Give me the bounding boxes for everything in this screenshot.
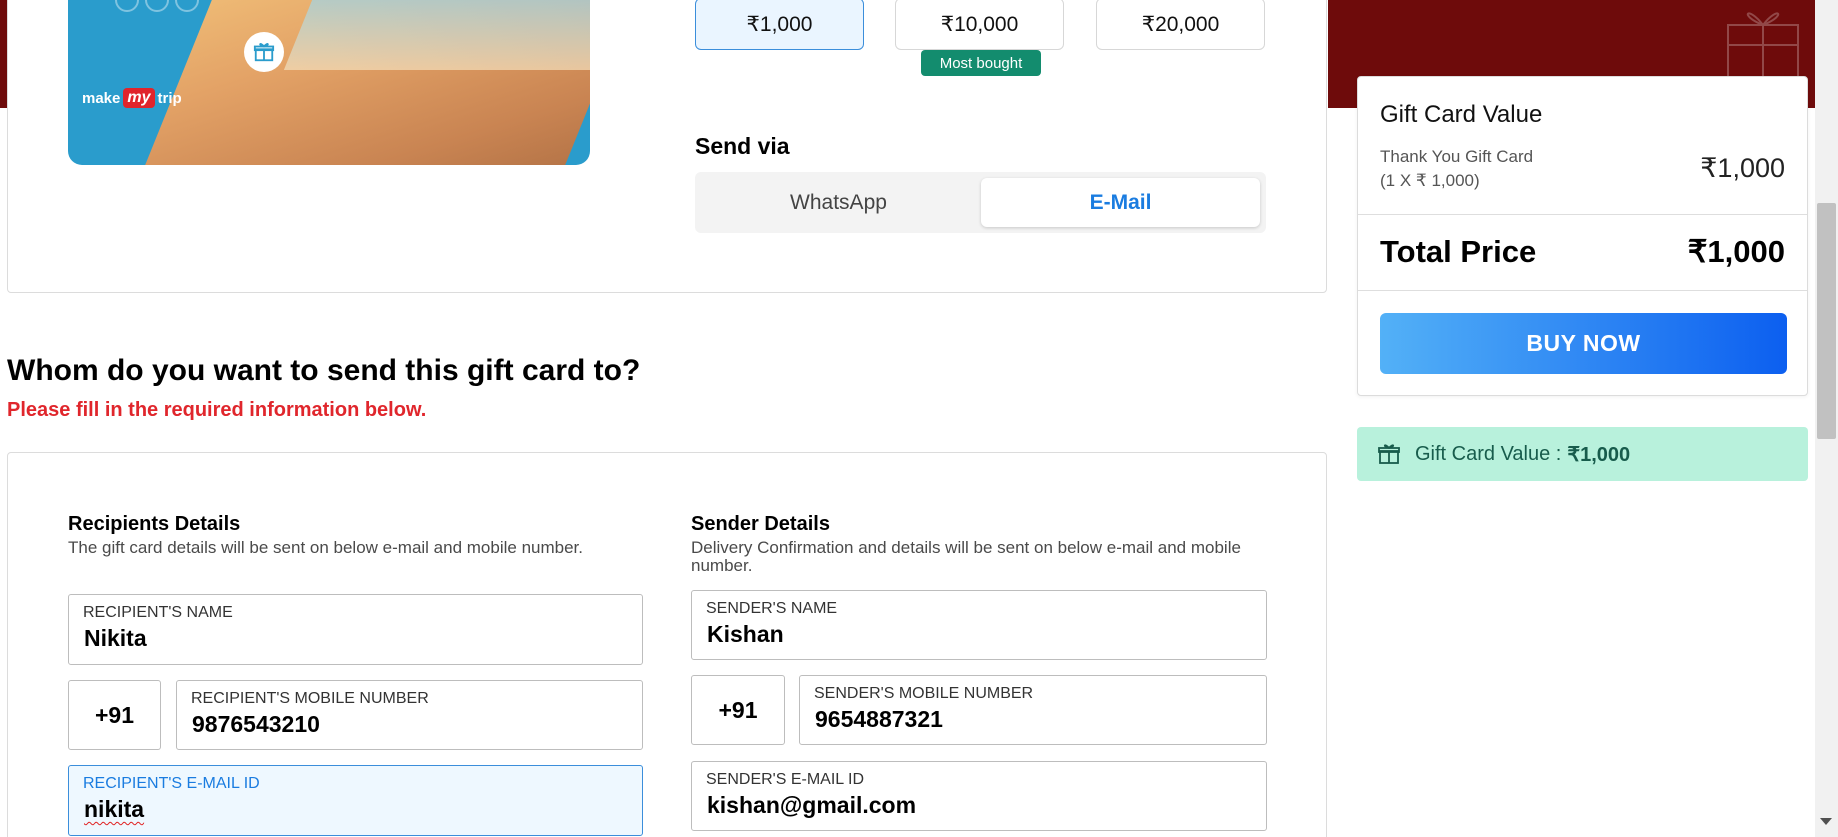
sender-name-value[interactable]: Kishan [707, 621, 784, 648]
most-bought-badge: Most bought [921, 50, 1041, 76]
sender-details-subtitle-1: Delivery Confirmation and details will b… [691, 538, 1241, 557]
recipient-email-value[interactable]: nikita [84, 796, 144, 823]
sender-mobile-field[interactable]: SENDER'S MOBILE NUMBER 9654887321 [799, 675, 1267, 745]
details-form: Recipients Details The gift card details… [7, 452, 1327, 837]
gift-card-value-strip: Gift Card Value : ₹1,000 [1357, 427, 1808, 481]
gift-card-image: make my trip [68, 0, 590, 165]
hero-wave [283, 0, 590, 70]
recipient-email-field[interactable]: RECIPIENT'S E-MAIL ID nikita [68, 765, 643, 836]
sender-mobile-label: SENDER'S MOBILE NUMBER [814, 685, 1034, 702]
denomination-20000[interactable]: ₹20,000 [1096, 0, 1265, 50]
sender-mobile-value[interactable]: 9654887321 [815, 706, 943, 733]
logo-my: my [123, 88, 155, 108]
recipient-name-value[interactable]: Nikita [84, 625, 147, 652]
recipient-country-code[interactable]: +91 [68, 680, 161, 750]
sender-name-field[interactable]: SENDER'S NAME Kishan [691, 590, 1267, 660]
total-price-label: Total Price [1380, 234, 1537, 269]
recipient-details-subtitle: The gift card details will be sent on be… [68, 538, 583, 557]
sender-details-title: Sender Details [691, 513, 830, 535]
makemytrip-logo: make my trip [82, 88, 182, 108]
promo-value: ₹1,000 [1567, 443, 1631, 466]
logo-make: make [82, 89, 121, 107]
summary-item-line2: (1 X ₹ 1,000) [1380, 171, 1480, 190]
sender-email-label: SENDER'S E-MAIL ID [706, 771, 865, 788]
required-info-notice: Please fill in the required information … [7, 399, 427, 421]
summary-item-desc: Thank You Gift Card (1 X ₹ 1,000) [1380, 145, 1533, 193]
recipient-details-title: Recipients Details [68, 513, 241, 535]
buy-now-button[interactable]: BUY NOW [1380, 313, 1787, 374]
recipient-section-heading: Whom do you want to send this gift card … [7, 354, 641, 387]
sender-email-value[interactable]: kishan@gmail.com [707, 792, 916, 819]
send-via-toggle: WhatsApp E-Mail [695, 172, 1266, 233]
gift-card-page: make my trip ₹1,000 ₹10,000 ₹20,000 Most… [0, 0, 1838, 837]
gift-icon [1377, 442, 1401, 466]
recipient-email-label: RECIPIENT'S E-MAIL ID [83, 775, 260, 792]
logo-trip: trip [157, 89, 182, 107]
denomination-10000[interactable]: ₹10,000 [895, 0, 1064, 50]
total-price-value: ₹1,000 [1687, 234, 1785, 269]
sender-email-field[interactable]: SENDER'S E-MAIL ID kishan@gmail.com [691, 761, 1267, 831]
promo-label: Gift Card Value : [1415, 442, 1562, 465]
gift-icon [244, 32, 284, 72]
summary-item-value: ₹1,000 [1700, 153, 1785, 183]
send-via-email[interactable]: E-Mail [981, 178, 1260, 227]
recipient-mobile-value[interactable]: 9876543210 [192, 711, 320, 738]
sender-country-code[interactable]: +91 [691, 675, 785, 745]
summary-title: Gift Card Value [1380, 101, 1543, 128]
summary-divider [1358, 214, 1807, 215]
price-summary-card: Gift Card Value Thank You Gift Card (1 X… [1357, 76, 1808, 396]
decor-pattern [115, 0, 199, 12]
sender-name-label: SENDER'S NAME [706, 600, 838, 617]
send-via-whatsapp[interactable]: WhatsApp [699, 178, 978, 227]
recipient-name-field[interactable]: RECIPIENT'S NAME Nikita [68, 594, 643, 665]
summary-item-line1: Thank You Gift Card [1380, 147, 1534, 166]
scroll-down-arrow-icon[interactable] [1820, 818, 1832, 825]
sender-details-subtitle-2: number. [691, 556, 753, 575]
recipient-mobile-label: RECIPIENT'S MOBILE NUMBER [191, 690, 429, 707]
denomination-1000[interactable]: ₹1,000 [695, 0, 864, 50]
summary-divider-2 [1358, 290, 1807, 291]
send-via-label: Send via [695, 133, 790, 159]
scrollbar-thumb[interactable] [1817, 203, 1836, 439]
recipient-mobile-field[interactable]: RECIPIENT'S MOBILE NUMBER 9876543210 [176, 680, 643, 750]
recipient-name-label: RECIPIENT'S NAME [83, 604, 233, 621]
